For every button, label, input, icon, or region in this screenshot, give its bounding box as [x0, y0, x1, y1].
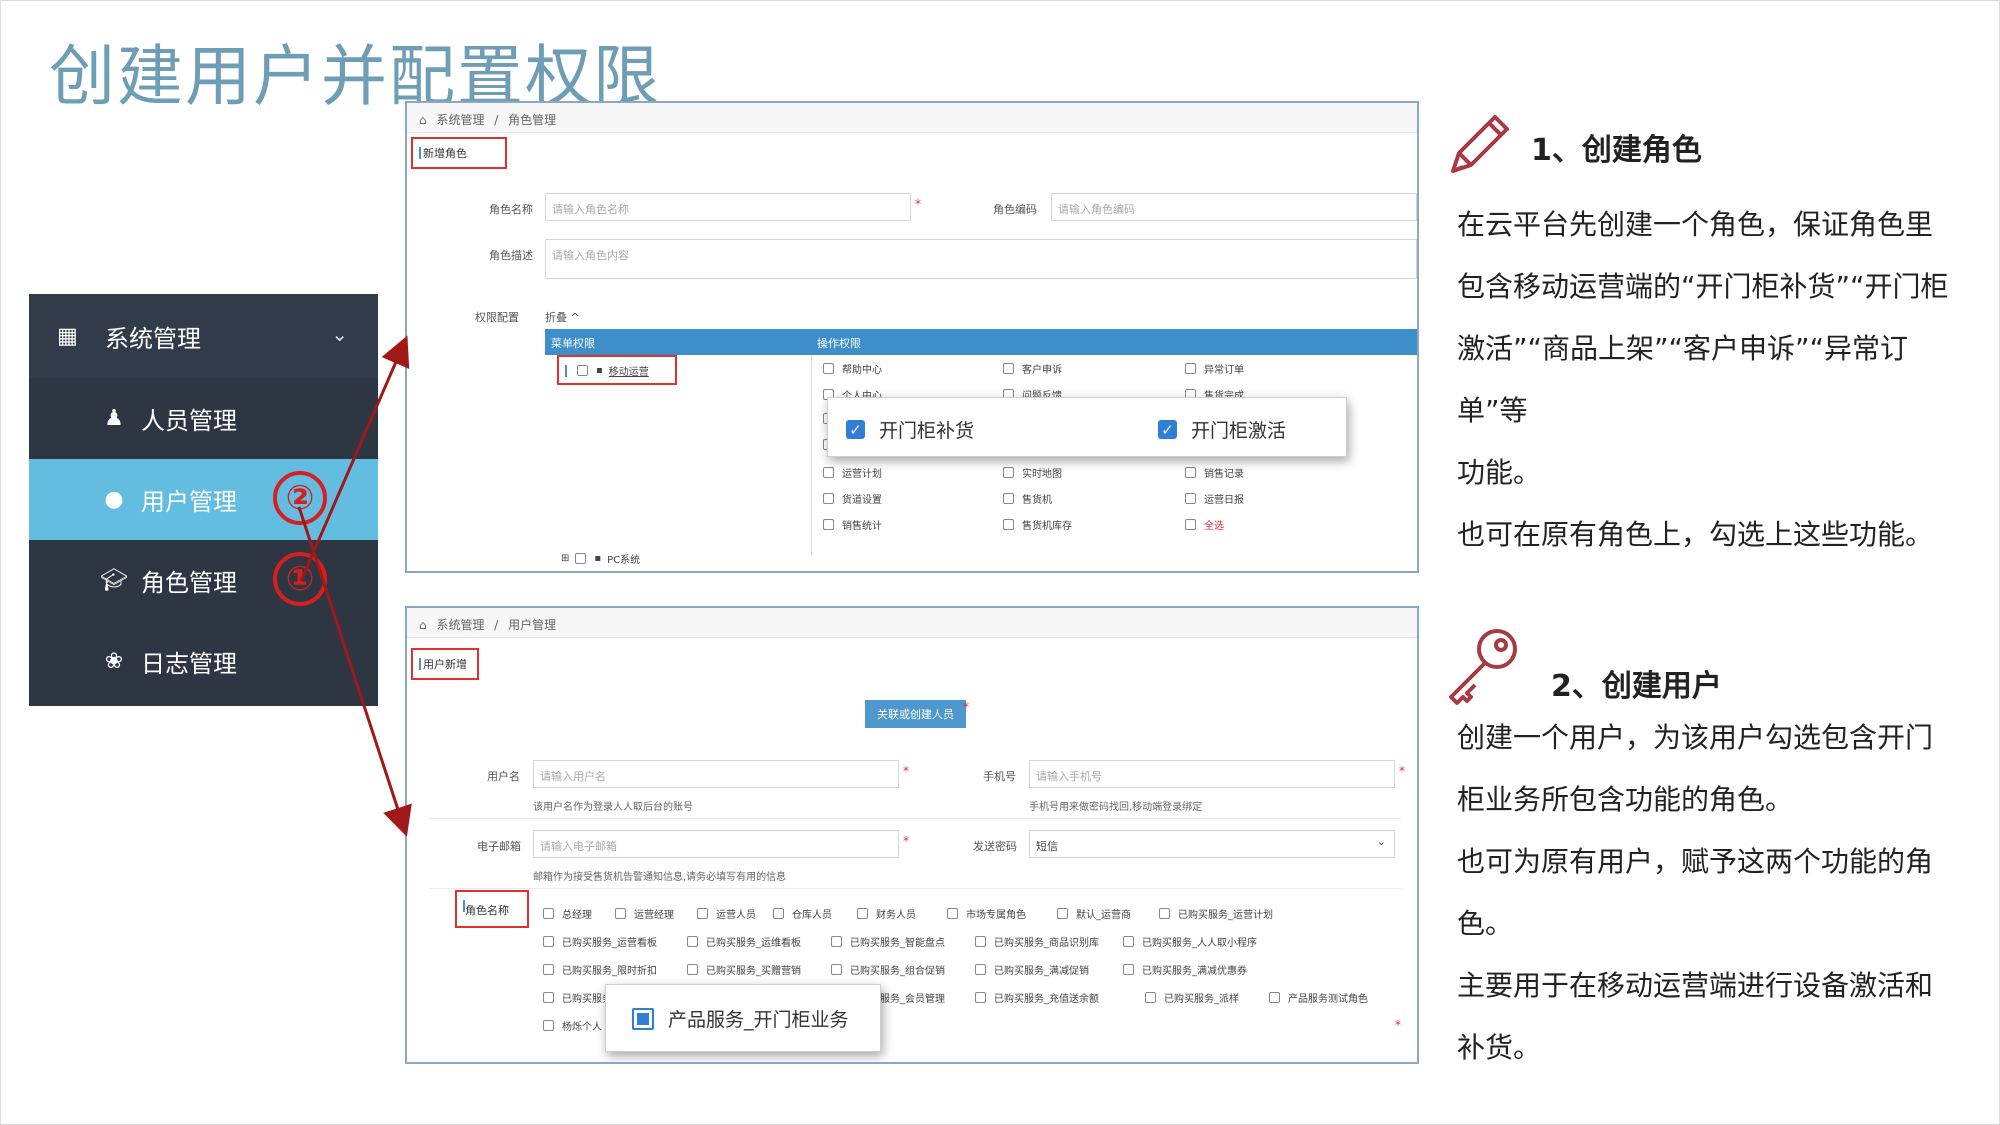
arrow-to-user-panel — [297, 506, 412, 837]
slide: 创建用户并配置权限 ▦ 系统管理 ⌄ ♟ 人员管理 ● 用户管理 ② 🎓︎ 角色… — [0, 0, 2000, 1125]
arrow-overlay — [297, 335, 412, 837]
arrow-to-role-panel — [299, 335, 410, 582]
